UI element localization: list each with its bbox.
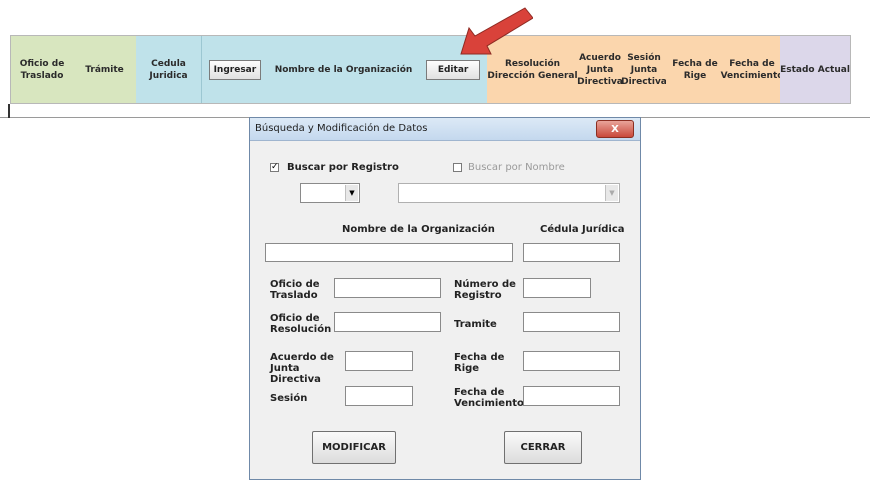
red-arrow-icon xyxy=(460,7,533,55)
oficio-traslado-field[interactable] xyxy=(334,278,441,298)
sesion-field[interactable] xyxy=(345,386,413,406)
registro-select[interactable]: ▼ xyxy=(300,183,360,203)
cedula-field[interactable] xyxy=(523,243,620,262)
header-estado-actual: Estado Actual xyxy=(780,36,850,103)
header-sesion: Sesión Junta Directiva xyxy=(621,36,667,103)
fecha-rige-field[interactable] xyxy=(523,351,620,371)
fecha-rige-label: Fecha de Rige xyxy=(454,352,505,374)
buscar-nombre-checkbox[interactable] xyxy=(453,163,462,172)
editar-button[interactable]: Editar xyxy=(426,59,481,80)
modificar-button[interactable]: MODIFICAR xyxy=(312,431,396,464)
numero-registro-label: Número de Registro xyxy=(454,279,516,301)
close-button[interactable]: X xyxy=(596,120,634,138)
header-oficio-traslado: Oficio de Traslado xyxy=(11,36,73,103)
fecha-vencimiento-field[interactable] xyxy=(523,386,620,406)
header-nombre-organizacion: Nombre de la Organización xyxy=(274,64,413,75)
tramite-field[interactable] xyxy=(523,312,620,332)
buscar-nombre-label: Buscar por Nombre xyxy=(468,162,565,173)
spreadsheet-header-row: Oficio de Traslado Trámite Cedula Juridi… xyxy=(10,35,851,104)
chevron-down-icon: ▼ xyxy=(605,185,618,201)
oficio-resolucion-label: Oficio de Resolución xyxy=(270,313,332,335)
cerrar-button[interactable]: CERRAR xyxy=(504,431,582,464)
acuerdo-label: Acuerdo de Junta Directiva xyxy=(270,352,334,385)
header-fecha-rige: Fecha de Rige xyxy=(666,36,724,103)
tramite-label: Tramite xyxy=(454,319,497,330)
header-cedula-juridica: Cedula Juridica xyxy=(136,36,201,103)
dialog-titlebar[interactable]: Búsqueda y Modificación de Datos X xyxy=(250,118,640,141)
cell-cursor xyxy=(8,104,10,118)
ingresar-button[interactable]: Ingresar xyxy=(208,59,261,80)
oficio-resolucion-field[interactable] xyxy=(334,312,441,332)
fecha-vencimiento-label: Fecha de Vencimiento xyxy=(454,387,524,409)
oficio-traslado-label: Oficio de Traslado xyxy=(270,279,320,301)
sesion-label: Sesión xyxy=(270,393,308,404)
nombre-org-label: Nombre de la Organización xyxy=(342,224,495,235)
dialog-title: Búsqueda y Modificación de Datos xyxy=(255,123,428,134)
numero-registro-field[interactable] xyxy=(523,278,591,298)
cedula-label: Cédula Jurídica xyxy=(540,224,625,235)
buscar-registro-label: Buscar por Registro xyxy=(287,162,399,173)
buscar-registro-checkbox[interactable]: ✓ xyxy=(270,163,279,172)
nombre-org-field[interactable] xyxy=(265,243,513,262)
header-acuerdo: Acuerdo Junta Directiva xyxy=(577,36,623,103)
nombre-select[interactable]: ▼ xyxy=(398,183,620,203)
header-tramite: Trámite xyxy=(73,36,136,103)
search-modify-dialog: Búsqueda y Modificación de Datos X ✓ Bus… xyxy=(249,117,641,480)
header-nombre-organizacion-cell: Ingresar Nombre de la Organización Edita… xyxy=(201,36,487,103)
acuerdo-field[interactable] xyxy=(345,351,413,371)
header-fecha-vencimiento: Fecha de Vencimiento xyxy=(721,36,783,103)
chevron-down-icon: ▼ xyxy=(345,185,358,201)
